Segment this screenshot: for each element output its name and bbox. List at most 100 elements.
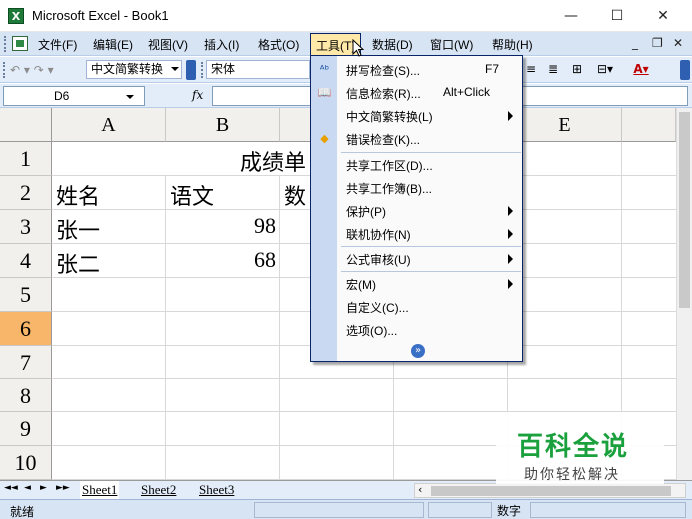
toolbar-grip-handle-2[interactable] bbox=[201, 62, 205, 78]
close-button[interactable]: ✕ bbox=[640, 0, 686, 32]
cell-a4[interactable]: 张二 bbox=[56, 247, 100, 279]
menu-view[interactable]: 视图(V) bbox=[148, 36, 188, 53]
select-all-corner[interactable] bbox=[0, 108, 52, 142]
undo-redo-icon[interactable]: ↶ ▾ ↷ ▾ bbox=[10, 63, 54, 77]
menu-format[interactable]: 格式(O) bbox=[258, 36, 299, 53]
menu-item-options[interactable]: 选项(O)... bbox=[311, 318, 522, 341]
row-header-9[interactable]: 9 bbox=[0, 412, 52, 446]
chinese-convert-combo[interactable]: 中文简繁转换 bbox=[86, 60, 182, 79]
row-header-8[interactable]: 8 bbox=[0, 379, 52, 412]
grid-col-line bbox=[165, 176, 166, 480]
first-sheet-icon[interactable]: ◄◄ bbox=[4, 483, 18, 493]
column-header-b[interactable]: B bbox=[166, 108, 280, 142]
row-header-6[interactable]: 6 bbox=[0, 312, 52, 346]
cell-c2-header[interactable]: 数 bbox=[284, 179, 306, 211]
menu-item-research[interactable]: 📖 信息检索(R)... Alt+Click bbox=[311, 81, 522, 104]
menu-window[interactable]: 窗口(W) bbox=[430, 36, 473, 53]
scroll-left-icon[interactable]: ‹ bbox=[418, 483, 422, 496]
title-bar: X Microsoft Excel - Book1 — ☐ ✕ bbox=[0, 0, 692, 32]
expand-menu-icon[interactable]: » bbox=[411, 344, 425, 358]
horizontal-scrollbar[interactable]: ‹ bbox=[414, 483, 686, 498]
vertical-scroll-thumb[interactable] bbox=[679, 112, 690, 308]
name-box[interactable]: D6 bbox=[3, 86, 145, 106]
submenu-arrow-icon bbox=[508, 229, 513, 239]
menu-item-online-collab[interactable]: 联机协作(N) bbox=[311, 222, 522, 245]
menu-help[interactable]: 帮助(H) bbox=[492, 36, 533, 53]
grid-row-line bbox=[52, 378, 676, 379]
toolbar-overflow-icon[interactable] bbox=[186, 60, 196, 80]
status-panel bbox=[254, 502, 424, 518]
menu-item-label: 共享工作区(D)... bbox=[346, 159, 433, 173]
tools-menu-dropdown: ᴬᵇ 拼写检查(S)... F7 📖 信息检索(R)... Alt+Click … bbox=[310, 55, 523, 362]
borders-icon[interactable]: ⊟▾ bbox=[596, 61, 614, 78]
spell-check-icon: ᴬᵇ bbox=[319, 63, 330, 76]
column-header-f[interactable] bbox=[622, 108, 676, 142]
toolbar-overflow-icon-2[interactable] bbox=[680, 60, 690, 80]
research-icon: 📖 bbox=[317, 86, 332, 99]
row-header-5[interactable]: 5 bbox=[0, 278, 52, 312]
next-sheet-icon[interactable]: ► bbox=[40, 483, 47, 493]
menu-item-label: 公式审核(U) bbox=[346, 253, 411, 267]
menu-item-protect[interactable]: 保护(P) bbox=[311, 199, 522, 222]
menu-item-shared-workspace[interactable]: 共享工作区(D)... bbox=[311, 153, 522, 176]
workbook-minimize-button[interactable]: _ bbox=[632, 36, 638, 50]
merge-center-icon[interactable]: ⊞ bbox=[568, 61, 586, 78]
menu-data[interactable]: 数据(D) bbox=[372, 36, 413, 53]
column-header-a[interactable]: A bbox=[52, 108, 166, 142]
menu-item-formula-audit[interactable]: 公式审核(U) bbox=[311, 247, 522, 270]
menu-item-macro[interactable]: 宏(M) bbox=[311, 272, 522, 295]
align-justify-icon[interactable]: ≣ bbox=[544, 61, 562, 78]
row-header-7[interactable]: 7 bbox=[0, 346, 52, 379]
maximize-button[interactable]: ☐ bbox=[594, 0, 640, 32]
sheet-tab-sheet3[interactable]: Sheet3 bbox=[197, 481, 236, 499]
num-lock-indicator: 数字 bbox=[497, 504, 522, 518]
status-panel bbox=[428, 502, 492, 518]
cell-b3[interactable]: 98 bbox=[170, 213, 276, 239]
window-title: Microsoft Excel - Book1 bbox=[32, 8, 169, 23]
row-header-10[interactable]: 10 bbox=[0, 446, 52, 480]
row-header-2[interactable]: 2 bbox=[0, 176, 52, 210]
menu-item-shared-workbook[interactable]: 共享工作簿(B)... bbox=[311, 176, 522, 199]
menu-item-label: 共享工作簿(B)... bbox=[346, 182, 432, 196]
workbook-restore-button[interactable]: ❐ bbox=[652, 36, 663, 50]
menu-insert[interactable]: 插入(I) bbox=[204, 36, 239, 53]
cell-title[interactable]: 成绩单 bbox=[240, 145, 306, 177]
font-name-combo[interactable]: 宋体 bbox=[206, 60, 310, 79]
sheet-tab-sheet2[interactable]: Sheet2 bbox=[139, 481, 178, 499]
menu-item-customize[interactable]: 自定义(C)... bbox=[311, 295, 522, 318]
menu-grip-handle[interactable] bbox=[4, 36, 8, 52]
last-sheet-icon[interactable]: ►► bbox=[56, 483, 70, 493]
chevron-down-icon[interactable] bbox=[126, 95, 134, 99]
submenu-arrow-icon bbox=[508, 279, 513, 289]
vertical-scrollbar[interactable] bbox=[676, 108, 692, 480]
cell-a2-header[interactable]: 姓名 bbox=[56, 179, 100, 211]
cell-b4[interactable]: 68 bbox=[170, 247, 276, 273]
row-header-1[interactable]: 1 bbox=[0, 142, 52, 176]
sheet-tab-sheet1[interactable]: Sheet1 bbox=[80, 481, 120, 499]
menu-file[interactable]: 文件(F) bbox=[38, 36, 77, 53]
font-color-icon[interactable]: A▾ bbox=[632, 61, 650, 78]
column-header-e[interactable]: E bbox=[508, 108, 622, 142]
toolbar-grip-handle[interactable] bbox=[3, 62, 7, 78]
insert-function-icon[interactable]: fx bbox=[192, 88, 203, 102]
menu-item-chinese-convert[interactable]: 中文简繁转换(L) bbox=[311, 104, 522, 127]
excel-app-icon[interactable]: X bbox=[8, 8, 24, 24]
menu-item-spell-check[interactable]: ᴬᵇ 拼写检查(S)... F7 bbox=[311, 58, 522, 81]
row-header-3[interactable]: 3 bbox=[0, 210, 52, 244]
grid-col-line bbox=[279, 176, 280, 480]
menu-item-shortcut: F7 bbox=[485, 62, 500, 76]
workbook-close-button[interactable]: ✕ bbox=[673, 36, 683, 50]
row-header-4[interactable]: 4 bbox=[0, 244, 52, 278]
cell-b2-header[interactable]: 语文 bbox=[170, 179, 214, 211]
minimize-button[interactable]: — bbox=[548, 0, 594, 32]
menu-edit[interactable]: 编辑(E) bbox=[93, 36, 133, 53]
menu-item-error-check[interactable]: ◆ 错误检查(K)... bbox=[311, 127, 522, 150]
align-right-icon[interactable]: ≡ bbox=[522, 61, 540, 78]
prev-sheet-icon[interactable]: ◄ bbox=[24, 483, 31, 493]
chinese-convert-label: 中文简繁转换 bbox=[91, 62, 164, 76]
menu-bar: 文件(F) 编辑(E) 视图(V) 插入(I) 格式(O) 工具(T) 数据(D… bbox=[0, 32, 692, 56]
workbook-icon[interactable] bbox=[12, 36, 28, 51]
horizontal-scroll-thumb[interactable] bbox=[431, 486, 671, 496]
cell-a3[interactable]: 张一 bbox=[56, 213, 100, 245]
menu-item-label: 宏(M) bbox=[346, 278, 376, 292]
